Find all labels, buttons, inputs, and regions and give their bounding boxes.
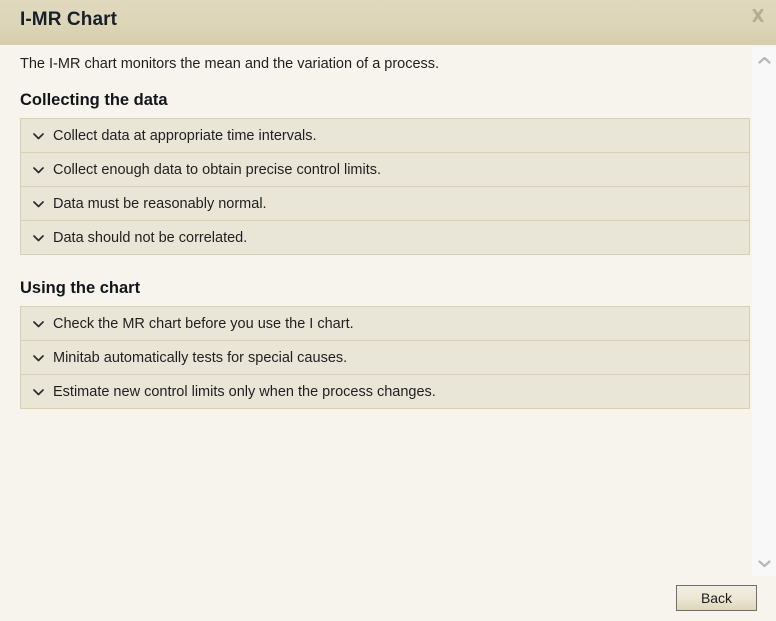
chevron-up-icon[interactable] [752,49,776,71]
title-bar: I-MR Chart [0,0,776,45]
chevron-down-icon [29,351,47,365]
close-icon[interactable] [744,2,772,30]
section-heading: Using the chart [20,278,750,298]
chevron-down-icon [29,129,47,143]
intro-text: The I-MR chart monitors the mean and the… [20,56,439,72]
accordion-item[interactable]: Collect enough data to obtain precise co… [21,153,749,187]
section-collecting-the-data: Collecting the data Collect data at appr… [20,90,750,255]
vertical-scrollbar[interactable] [752,47,776,576]
chevron-down-icon [29,163,47,177]
footer-bar: Back [0,576,776,621]
accordion-list: Collect data at appropriate time interva… [20,118,750,255]
page-title: I-MR Chart [20,9,117,31]
chevron-down-icon[interactable] [752,552,776,574]
content-area: The I-MR chart monitors the mean and the… [0,45,752,621]
accordion-item-label: Estimate new control limits only when th… [53,385,436,399]
accordion-item[interactable]: Estimate new control limits only when th… [21,375,749,409]
accordion-list: Check the MR chart before you use the I … [20,306,750,409]
chevron-down-icon [29,197,47,211]
accordion-item-label: Data should not be correlated. [53,231,247,245]
accordion-item-label: Collect enough data to obtain precise co… [53,163,381,177]
section-using-the-chart: Using the chart Check the MR chart befor… [20,278,750,409]
chevron-down-icon [29,317,47,331]
accordion-item-label: Data must be reasonably normal. [53,197,267,211]
help-dialog-window: I-MR Chart The I-MR chart monitors the m… [0,0,776,621]
section-heading: Collecting the data [20,90,750,110]
back-button[interactable]: Back [676,585,757,611]
scrollbar-track[interactable] [752,71,776,552]
accordion-item-label: Minitab automatically tests for special … [53,351,347,365]
chevron-down-icon [29,231,47,245]
accordion-item[interactable]: Minitab automatically tests for special … [21,341,749,375]
accordion-item[interactable]: Data must be reasonably normal. [21,187,749,221]
accordion-item[interactable]: Data should not be correlated. [21,221,749,255]
accordion-item[interactable]: Check the MR chart before you use the I … [21,307,749,341]
accordion-item-label: Check the MR chart before you use the I … [53,317,354,331]
accordion-item[interactable]: Collect data at appropriate time interva… [21,119,749,153]
accordion-item-label: Collect data at appropriate time interva… [53,129,317,143]
chevron-down-icon [29,385,47,399]
